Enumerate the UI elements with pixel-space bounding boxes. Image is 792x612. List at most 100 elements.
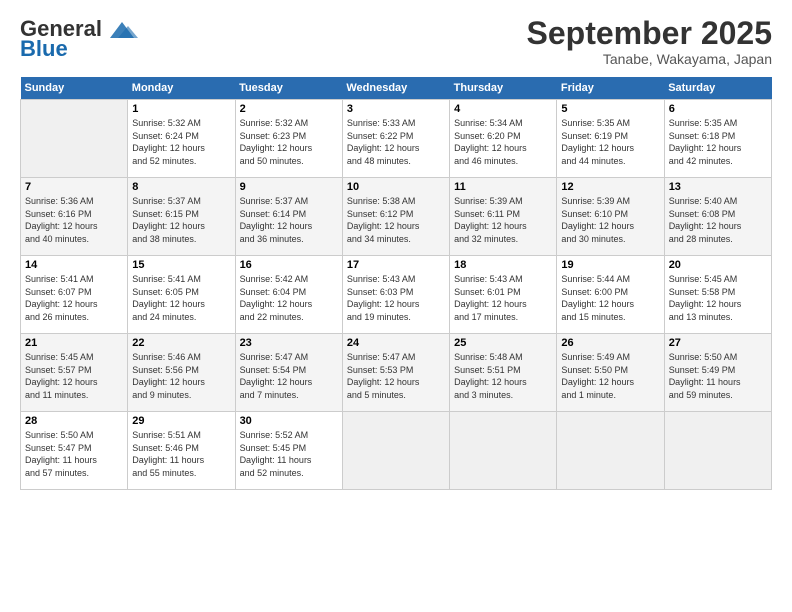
day-number: 28 — [25, 415, 123, 427]
day-info: Sunrise: 5:36 AM Sunset: 6:16 PM Dayligh… — [25, 195, 123, 245]
weekday-header-thursday: Thursday — [450, 77, 557, 100]
day-info: Sunrise: 5:32 AM Sunset: 6:24 PM Dayligh… — [132, 117, 230, 167]
calendar-cell: 22 Sunrise: 5:46 AM Sunset: 5:56 PM Dayli… — [128, 334, 235, 412]
day-number: 2 — [240, 103, 338, 115]
calendar-cell: 11 Sunrise: 5:39 AM Sunset: 6:11 PM Dayli… — [450, 178, 557, 256]
day-info: Sunrise: 5:40 AM Sunset: 6:08 PM Dayligh… — [669, 195, 767, 245]
day-number: 16 — [240, 259, 338, 271]
day-info: Sunrise: 5:39 AM Sunset: 6:11 PM Dayligh… — [454, 195, 552, 245]
calendar-cell: 28Sunrise: 5:50 AM Sunset: 5:47 PM Dayli… — [21, 412, 128, 490]
day-info: Sunrise: 5:49 AM Sunset: 5:50 PM Dayligh… — [561, 351, 659, 401]
calendar-cell: 24Sunrise: 5:47 AM Sunset: 5:53 PM Dayli… — [342, 334, 449, 412]
day-info: Sunrise: 5:41 AM Sunset: 6:07 PM Dayligh… — [25, 273, 123, 323]
day-number: 11 — [454, 181, 552, 193]
calendar-cell: 8 Sunrise: 5:37 AM Sunset: 6:15 PM Daylig… — [128, 178, 235, 256]
calendar-cell: 1 Sunrise: 5:32 AM Sunset: 6:24 PM Daylig… — [128, 100, 235, 178]
day-info: Sunrise: 5:45 AM Sunset: 5:57 PM Dayligh… — [25, 351, 123, 401]
day-number: 30 — [240, 415, 338, 427]
day-number: 17 — [347, 259, 445, 271]
calendar-cell: 5 Sunrise: 5:35 AM Sunset: 6:19 PM Daylig… — [557, 100, 664, 178]
day-info: Sunrise: 5:44 AM Sunset: 6:00 PM Dayligh… — [561, 273, 659, 323]
day-info: Sunrise: 5:50 AM Sunset: 5:49 PM Dayligh… — [669, 351, 767, 401]
calendar-cell: 3 Sunrise: 5:33 AM Sunset: 6:22 PM Daylig… — [342, 100, 449, 178]
day-number: 23 — [240, 337, 338, 349]
calendar-cell — [450, 412, 557, 490]
day-info: Sunrise: 5:34 AM Sunset: 6:20 PM Dayligh… — [454, 117, 552, 167]
logo: General Blue — [20, 16, 140, 62]
day-info: Sunrise: 5:35 AM Sunset: 6:19 PM Dayligh… — [561, 117, 659, 167]
calendar-cell: 17 Sunrise: 5:43 AM Sunset: 6:03 PM Dayli… — [342, 256, 449, 334]
day-info: Sunrise: 5:33 AM Sunset: 6:22 PM Dayligh… — [347, 117, 445, 167]
day-number: 26 — [561, 337, 659, 349]
day-number: 21 — [25, 337, 123, 349]
calendar-cell: 12Sunrise: 5:39 AM Sunset: 6:10 PM Dayli… — [557, 178, 664, 256]
calendar-cell: 16 Sunrise: 5:42 AM Sunset: 6:04 PM Dayli… — [235, 256, 342, 334]
calendar-cell: 20 Sunrise: 5:45 AM Sunset: 5:58 PM Dayli… — [664, 256, 771, 334]
day-info: Sunrise: 5:41 AM Sunset: 6:05 PM Dayligh… — [132, 273, 230, 323]
day-number: 27 — [669, 337, 767, 349]
calendar-cell: 27 Sunrise: 5:50 AM Sunset: 5:49 PM Dayli… — [664, 334, 771, 412]
calendar-cell: 23 Sunrise: 5:47 AM Sunset: 5:54 PM Dayli… — [235, 334, 342, 412]
day-number: 1 — [132, 103, 230, 115]
weekday-header-saturday: Saturday — [664, 77, 771, 100]
calendar-cell: 14 Sunrise: 5:41 AM Sunset: 6:07 PM Dayli… — [21, 256, 128, 334]
day-number: 20 — [669, 259, 767, 271]
calendar-cell: 26 Sunrise: 5:49 AM Sunset: 5:50 PM Dayli… — [557, 334, 664, 412]
day-info: Sunrise: 5:51 AM Sunset: 5:46 PM Dayligh… — [132, 429, 230, 479]
day-info: Sunrise: 5:39 AM Sunset: 6:10 PM Dayligh… — [561, 195, 659, 245]
calendar-cell: 13 Sunrise: 5:40 AM Sunset: 6:08 PM Dayli… — [664, 178, 771, 256]
calendar-cell: 25 Sunrise: 5:48 AM Sunset: 5:51 PM Dayli… — [450, 334, 557, 412]
location-title: Tanabe, Wakayama, Japan — [527, 51, 772, 67]
calendar-cell: 9 Sunrise: 5:37 AM Sunset: 6:14 PM Daylig… — [235, 178, 342, 256]
calendar-cell — [342, 412, 449, 490]
weekday-header-monday: Monday — [128, 77, 235, 100]
day-number: 4 — [454, 103, 552, 115]
calendar-cell: 21 Sunrise: 5:45 AM Sunset: 5:57 PM Dayli… — [21, 334, 128, 412]
day-info: Sunrise: 5:37 AM Sunset: 6:15 PM Dayligh… — [132, 195, 230, 245]
day-info: Sunrise: 5:35 AM Sunset: 6:18 PM Dayligh… — [669, 117, 767, 167]
day-info: Sunrise: 5:45 AM Sunset: 5:58 PM Dayligh… — [669, 273, 767, 323]
calendar-cell: 30Sunrise: 5:52 AM Sunset: 5:45 PM Dayli… — [235, 412, 342, 490]
calendar-cell — [21, 100, 128, 178]
day-number: 14 — [25, 259, 123, 271]
calendar-cell — [664, 412, 771, 490]
title-block: September 2025 Tanabe, Wakayama, Japan — [527, 16, 772, 67]
day-info: Sunrise: 5:47 AM Sunset: 5:54 PM Dayligh… — [240, 351, 338, 401]
calendar-cell: 7Sunrise: 5:36 AM Sunset: 6:16 PM Daylig… — [21, 178, 128, 256]
calendar-cell: 29 Sunrise: 5:51 AM Sunset: 5:46 PM Dayli… — [128, 412, 235, 490]
calendar-cell — [557, 412, 664, 490]
day-info: Sunrise: 5:46 AM Sunset: 5:56 PM Dayligh… — [132, 351, 230, 401]
day-info: Sunrise: 5:43 AM Sunset: 6:01 PM Dayligh… — [454, 273, 552, 323]
weekday-header-friday: Friday — [557, 77, 664, 100]
day-number: 13 — [669, 181, 767, 193]
calendar-cell: 10Sunrise: 5:38 AM Sunset: 6:12 PM Dayli… — [342, 178, 449, 256]
day-info: Sunrise: 5:47 AM Sunset: 5:53 PM Dayligh… — [347, 351, 445, 401]
logo-icon — [102, 18, 140, 40]
month-title: September 2025 — [527, 16, 772, 51]
calendar-cell: 18Sunrise: 5:43 AM Sunset: 6:01 PM Dayli… — [450, 256, 557, 334]
day-number: 25 — [454, 337, 552, 349]
calendar-cell: 19 Sunrise: 5:44 AM Sunset: 6:00 PM Dayli… — [557, 256, 664, 334]
day-number: 6 — [669, 103, 767, 115]
calendar-table: SundayMondayTuesdayWednesdayThursdayFrid… — [20, 77, 772, 490]
calendar-cell: 15 Sunrise: 5:41 AM Sunset: 6:05 PM Dayli… — [128, 256, 235, 334]
day-info: Sunrise: 5:48 AM Sunset: 5:51 PM Dayligh… — [454, 351, 552, 401]
day-number: 9 — [240, 181, 338, 193]
calendar-cell: 6 Sunrise: 5:35 AM Sunset: 6:18 PM Daylig… — [664, 100, 771, 178]
day-info: Sunrise: 5:42 AM Sunset: 6:04 PM Dayligh… — [240, 273, 338, 323]
day-number: 10 — [347, 181, 445, 193]
day-number: 3 — [347, 103, 445, 115]
day-number: 29 — [132, 415, 230, 427]
day-info: Sunrise: 5:32 AM Sunset: 6:23 PM Dayligh… — [240, 117, 338, 167]
day-number: 22 — [132, 337, 230, 349]
day-number: 15 — [132, 259, 230, 271]
header: General Blue September 2025 Tanabe, Waka… — [20, 16, 772, 67]
day-info: Sunrise: 5:37 AM Sunset: 6:14 PM Dayligh… — [240, 195, 338, 245]
day-number: 19 — [561, 259, 659, 271]
day-number: 5 — [561, 103, 659, 115]
day-info: Sunrise: 5:43 AM Sunset: 6:03 PM Dayligh… — [347, 273, 445, 323]
calendar-cell: 2 Sunrise: 5:32 AM Sunset: 6:23 PM Daylig… — [235, 100, 342, 178]
weekday-header-tuesday: Tuesday — [235, 77, 342, 100]
day-number: 8 — [132, 181, 230, 193]
calendar-cell: 4 Sunrise: 5:34 AM Sunset: 6:20 PM Daylig… — [450, 100, 557, 178]
